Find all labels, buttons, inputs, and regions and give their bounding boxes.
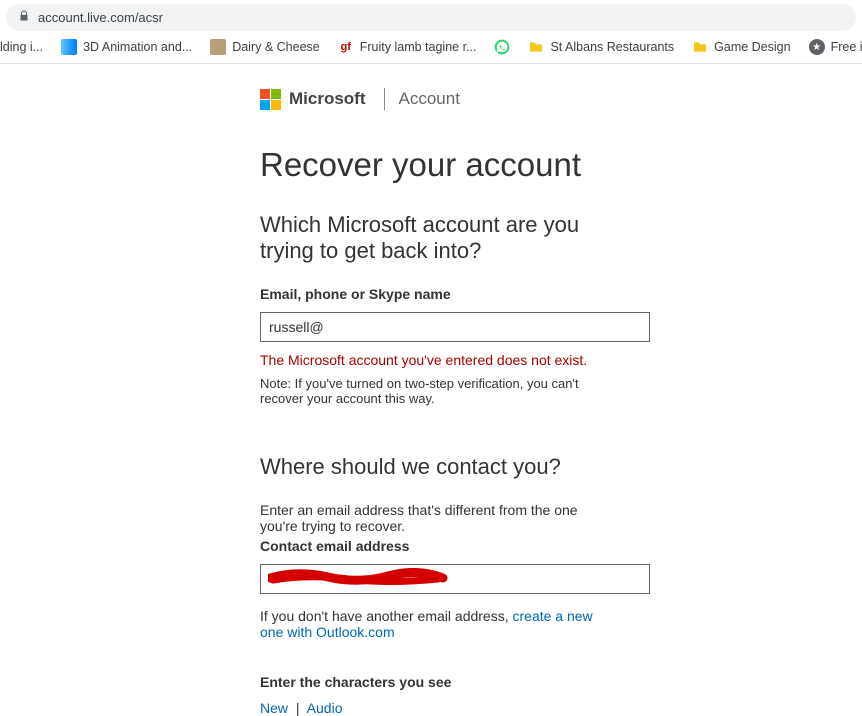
captcha-label: Enter the characters you see bbox=[260, 674, 600, 690]
bookmark-label: Game Design bbox=[714, 40, 790, 54]
redaction-mark bbox=[268, 568, 448, 586]
header-divider bbox=[384, 88, 385, 110]
bookmark-label: St Albans Restaurants bbox=[550, 40, 674, 54]
bookmark-favicon bbox=[61, 39, 77, 55]
page-title: Recover your account bbox=[260, 146, 600, 184]
bookmark-item[interactable]: Dairy & Cheese bbox=[210, 39, 320, 55]
bookmarks-bar: lding i... 3D Animation and... Dairy & C… bbox=[0, 31, 862, 64]
bookmark-favicon: gf bbox=[338, 39, 354, 55]
folder-icon bbox=[692, 39, 708, 55]
bookmark-label: lding i... bbox=[0, 40, 43, 54]
account-field-label: Email, phone or Skype name bbox=[260, 286, 600, 302]
star-icon: ★ bbox=[809, 39, 825, 55]
account-input[interactable] bbox=[260, 312, 650, 342]
pipe-separator: | bbox=[296, 700, 300, 716]
brand-name: Microsoft bbox=[289, 89, 366, 109]
bookmark-item[interactable]: St Albans Restaurants bbox=[528, 39, 674, 55]
contact-field-label: Contact email address bbox=[260, 538, 600, 554]
microsoft-header: Microsoft Account bbox=[260, 88, 600, 110]
whatsapp-icon bbox=[494, 39, 510, 55]
account-error: The Microsoft account you've entered doe… bbox=[260, 352, 600, 368]
bookmark-item[interactable]: lding i... bbox=[0, 40, 43, 54]
microsoft-logo-icon bbox=[260, 89, 281, 110]
folder-icon bbox=[528, 39, 544, 55]
bookmark-label: 3D Animation and... bbox=[83, 40, 192, 54]
captcha-new-link[interactable]: New bbox=[260, 700, 288, 716]
bookmark-item[interactable]: gf Fruity lamb tagine r... bbox=[338, 39, 477, 55]
bookmark-item[interactable]: ★ Free icon bbox=[809, 39, 862, 55]
lock-icon bbox=[18, 10, 30, 25]
bookmark-item[interactable] bbox=[494, 39, 510, 55]
bookmark-item[interactable]: 3D Animation and... bbox=[61, 39, 192, 55]
address-bar[interactable]: account.live.com/acsr bbox=[6, 4, 856, 31]
bookmark-favicon bbox=[210, 39, 226, 55]
account-heading: Which Microsoft account are you trying t… bbox=[260, 212, 600, 264]
bookmark-label: Fruity lamb tagine r... bbox=[360, 40, 477, 54]
bookmark-label: Free icon bbox=[831, 40, 862, 54]
url-text: account.live.com/acsr bbox=[38, 10, 163, 25]
header-section: Account bbox=[399, 89, 460, 109]
bookmark-item[interactable]: Game Design bbox=[692, 39, 790, 55]
captcha-audio-link[interactable]: Audio bbox=[307, 700, 343, 716]
bookmark-label: Dairy & Cheese bbox=[232, 40, 320, 54]
contact-info: Enter an email address that's different … bbox=[260, 502, 600, 534]
main-content: Microsoft Account Recover your account W… bbox=[0, 64, 600, 716]
contact-heading: Where should we contact you? bbox=[260, 454, 600, 480]
account-note: Note: If you've turned on two-step verif… bbox=[260, 376, 600, 406]
contact-helper: If you don't have another email address,… bbox=[260, 608, 600, 640]
